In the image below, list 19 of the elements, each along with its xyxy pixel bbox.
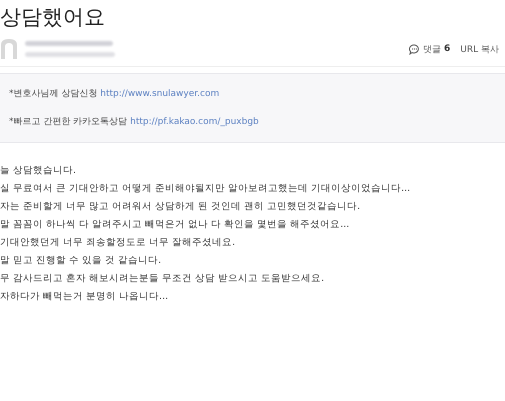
avatar-icon: [1, 39, 17, 59]
comments-label: 댓글: [423, 44, 442, 56]
url-copy-button[interactable]: URL 복사: [460, 42, 499, 56]
body-line: 늘 상담했습니다.: [0, 164, 78, 178]
body-line: 기대안했던게 너무 죄송할정도로 너무 잘해주셨네요.: [0, 236, 236, 250]
body-line: 자는 준비할게 너무 많고 어려워서 상담하게 된 것인데 괜히 고민했던것같습니다.: [0, 200, 362, 214]
body-line: 실 무료여서 큰 기대안하고 어떻게 준비해야될지만 알아보려고했는데 기대이상이었습니다...: [0, 182, 412, 196]
post-title: 상담했어요: [0, 4, 106, 31]
comments-button[interactable]: 댓글 6: [409, 42, 450, 56]
notice-text: *변호사님께 상담신청: [9, 89, 98, 99]
body-line: 자하다가 빼먹는거 분명히 나옵니다...: [0, 290, 170, 304]
notice-text: *빠르고 간편한 카카오톡상담: [9, 117, 128, 127]
notice-link[interactable]: http://www.snulawyer.com: [100, 89, 220, 99]
comments-count: 6: [444, 44, 450, 54]
body-line: 말 꼼꼼이 하나씩 다 알려주시고 빼먹은거 없나 다 확인을 몇번을 해주셨어요...: [0, 218, 350, 232]
body-line: 무 감사드리고 혼자 해보시려는분들 무조건 상담 받으시고 도움받으세요.: [0, 272, 326, 286]
notice-link[interactable]: http://pf.kakao.com/_puxbgb: [130, 117, 259, 127]
speech-bubble-icon: [409, 44, 420, 54]
body-line: 말 믿고 진행할 수 있을 것 같습니다.: [0, 254, 162, 268]
